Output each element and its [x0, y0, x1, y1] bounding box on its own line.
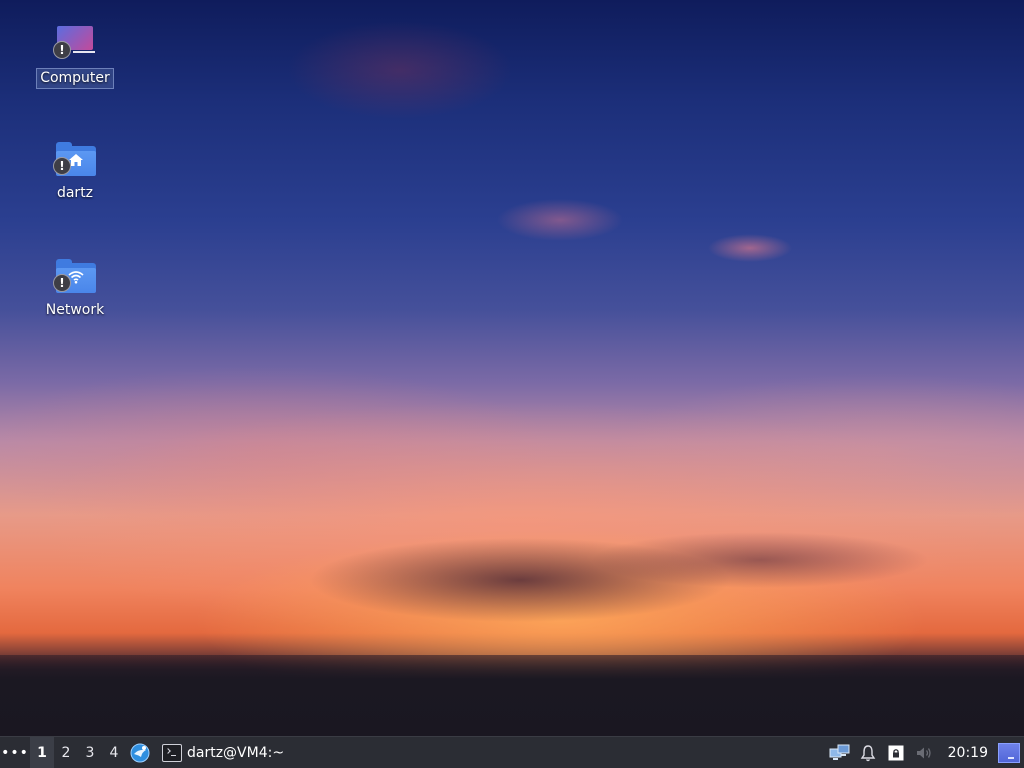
workspace-1-button[interactable]: 1	[30, 736, 54, 768]
desktop-icon-label: Network	[45, 302, 105, 318]
warning-badge-icon: !	[53, 41, 71, 59]
warning-badge-icon: !	[53, 274, 71, 292]
desktop-icon-label: Computer	[36, 68, 114, 89]
volume-button[interactable]	[910, 737, 938, 768]
computer-icon: !	[51, 24, 99, 64]
warning-badge-icon: !	[53, 157, 71, 175]
browser-launcher-button[interactable]	[126, 737, 154, 768]
workspace-4-button[interactable]: 4	[102, 737, 126, 768]
workspace-3-button[interactable]: 3	[78, 737, 102, 768]
desktop-icon-computer[interactable]: ! Computer	[35, 24, 115, 89]
home-folder-icon: !	[51, 140, 99, 180]
lock-icon	[888, 745, 904, 760]
lock-screen-button[interactable]	[882, 737, 910, 768]
browser-icon	[130, 743, 150, 762]
desktop-wallpaper	[0, 0, 1024, 736]
application-menu-button[interactable]: •••	[0, 737, 30, 768]
volume-muted-icon	[916, 747, 931, 758]
desktop-icon-label: dartz	[56, 185, 94, 201]
network-folder-icon: !	[51, 257, 99, 297]
desktop-icon-home[interactable]: ! dartz	[35, 140, 115, 203]
notifications-icon	[860, 744, 875, 761]
network-status-icon	[829, 744, 850, 760]
show-desktop-icon[interactable]	[998, 742, 1020, 763]
wallpaper-horizon	[0, 655, 1024, 736]
desktop-icon-network[interactable]: ! Network	[35, 257, 115, 320]
taskbar-window-terminal[interactable]: dartz@VM4:~	[158, 737, 290, 768]
taskbar: ••• 1 2 3 4 dartz@VM4:~ 20:19	[0, 736, 1024, 768]
task-label: dartz@VM4:~	[187, 744, 285, 761]
network-status-button[interactable]	[826, 737, 854, 768]
workspace-2-button[interactable]: 2	[54, 737, 78, 768]
notifications-button[interactable]	[854, 737, 882, 768]
clock[interactable]: 20:19	[938, 745, 996, 761]
terminal-icon	[162, 743, 182, 762]
